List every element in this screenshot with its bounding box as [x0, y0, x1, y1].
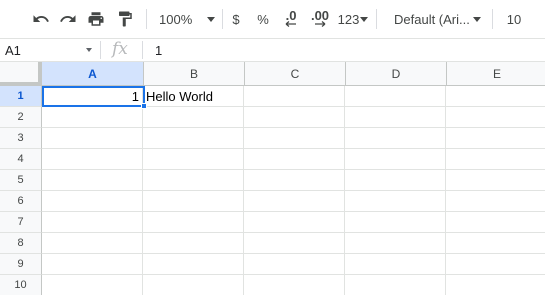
row-header-7[interactable]: 7: [0, 212, 42, 233]
row-header-3[interactable]: 3: [0, 128, 42, 149]
formula-bar-separator: [142, 41, 143, 59]
print-icon[interactable]: [85, 5, 107, 33]
cell-a1[interactable]: 1: [42, 87, 142, 107]
column-header-e[interactable]: E: [447, 62, 545, 85]
font-family-select[interactable]: Default (Ari...: [385, 5, 486, 33]
toolbar-separator: [222, 9, 223, 29]
redo-icon[interactable]: [57, 5, 79, 33]
column-header-a[interactable]: A: [42, 62, 144, 85]
row-header-5[interactable]: 5: [0, 170, 42, 191]
currency-format-button[interactable]: $: [226, 5, 246, 33]
name-box[interactable]: A1: [0, 39, 100, 61]
arrow-right-icon: [315, 21, 326, 27]
chevron-down-icon: [207, 16, 216, 22]
row-header-8[interactable]: 8: [0, 233, 42, 254]
fx-icon: fx: [112, 39, 128, 59]
select-all-corner[interactable]: [0, 62, 42, 86]
row-header-10[interactable]: 10: [0, 275, 42, 295]
column-header-row: A B C D E: [0, 62, 545, 86]
column-header-c[interactable]: C: [245, 62, 346, 85]
formula-bar-separator: [100, 41, 101, 59]
decrease-decimal-label: .0: [285, 8, 297, 23]
row-header-2[interactable]: 2: [0, 107, 42, 128]
formula-bar: A1 fx 1: [0, 38, 545, 62]
arrow-left-icon: [285, 21, 296, 27]
font-family-value: Default (Ari...: [394, 11, 470, 27]
formula-input[interactable]: 1: [155, 43, 162, 58]
zoom-value: 100%: [159, 11, 193, 27]
toolbar-separator: [146, 9, 147, 29]
undo-icon[interactable]: [30, 5, 52, 33]
toolbar-separator: [376, 9, 377, 29]
zoom-select[interactable]: 100%: [152, 5, 216, 33]
toolbar: 100% $ % .0 .00 123 Default (Ari... 10: [0, 0, 545, 38]
row-header-6[interactable]: 6: [0, 191, 42, 212]
spreadsheet-grid: A B C D E 1 2 3 4 5 6 7 8 9 10 1 Hello W…: [0, 62, 545, 295]
percent-format-button[interactable]: %: [253, 5, 273, 33]
increase-decimal-label: .00: [310, 8, 330, 23]
increase-decimal-button[interactable]: .00: [306, 5, 334, 33]
fill-handle[interactable]: [141, 103, 147, 109]
font-size-input[interactable]: 10: [500, 5, 528, 33]
decrease-decimal-button[interactable]: .0: [280, 5, 302, 33]
row-header-4[interactable]: 4: [0, 149, 42, 170]
row-header-1[interactable]: 1: [0, 86, 42, 107]
row-header-9[interactable]: 9: [0, 254, 42, 275]
percent-label: %: [257, 11, 269, 27]
toolbar-separator: [492, 9, 493, 29]
column-header-d[interactable]: D: [346, 62, 447, 85]
more-formats-button[interactable]: 123: [337, 5, 369, 33]
currency-label: $: [232, 11, 240, 27]
font-size-value: 10: [506, 11, 522, 27]
cell-area[interactable]: 1 Hello World: [42, 86, 545, 295]
chevron-down-icon: [360, 16, 369, 22]
column-header-b[interactable]: B: [144, 62, 245, 85]
more-formats-label: 123: [337, 11, 360, 27]
paint-format-icon[interactable]: [114, 5, 136, 33]
cell-b1[interactable]: Hello World: [143, 87, 293, 107]
chevron-down-icon: [86, 48, 92, 52]
name-box-value: A1: [5, 43, 21, 58]
chevron-down-icon: [473, 17, 481, 22]
